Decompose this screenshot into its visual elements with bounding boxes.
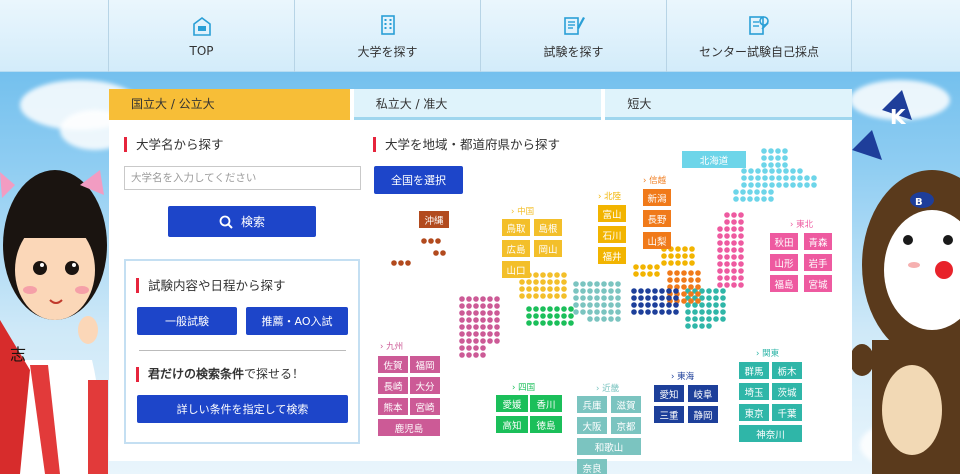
- nav-label: 試験を探す: [543, 44, 604, 59]
- pref-button[interactable]: 千葉: [772, 404, 802, 421]
- pref-button[interactable]: 広島: [502, 240, 530, 257]
- region-label-kyushu[interactable]: › 九州: [380, 340, 403, 352]
- top-nav: TOP 大学を探す 試験を探す センター試験自己採点: [0, 0, 960, 72]
- map-labels: 北海道沖縄 › 中国鳥取 島根 広島 岡山 山口 › 北陸富山石川福井 › 信越新潟長野山梨 ›…: [364, 129, 852, 474]
- pref-button[interactable]: 新潟: [643, 189, 671, 206]
- promo-text: で探せる！: [244, 367, 305, 381]
- svg-text:志: 志: [10, 345, 26, 364]
- pref-button[interactable]: 岡山: [534, 240, 562, 257]
- exam-search-title: 試験内容や日程から探す: [136, 278, 286, 293]
- region-label-hokuriku[interactable]: › 北陸: [598, 190, 621, 202]
- pref-button[interactable]: 福島: [770, 275, 798, 292]
- exam-search-box: 試験内容や日程から探す 一般試験 推薦・AO入試 君だけの検索条件で探せる！ 詳…: [124, 259, 360, 444]
- pref-button[interactable]: 石川: [598, 226, 626, 243]
- region-label-kanto[interactable]: › 関東: [756, 347, 779, 359]
- pref-button[interactable]: 群馬: [739, 362, 769, 379]
- exam-pencil-icon: [563, 16, 585, 35]
- detailed-search-button[interactable]: 詳しい条件を指定して検索: [137, 395, 348, 423]
- pref-button[interactable]: 宮城: [804, 275, 832, 292]
- pref-button[interactable]: 大阪: [577, 417, 607, 434]
- category-tabs: 国立大 / 公立大 私立大 / 准大 短大: [109, 89, 852, 120]
- pref-button[interactable]: 島根: [534, 219, 562, 236]
- general-exam-button[interactable]: 一般試験: [137, 307, 237, 335]
- pref-button[interactable]: 佐賀: [378, 356, 408, 373]
- pref-button[interactable]: 山形: [770, 254, 798, 271]
- pref-button[interactable]: 愛知: [654, 385, 684, 402]
- pref-button[interactable]: 岩手: [804, 254, 832, 271]
- name-search-button[interactable]: 検索: [168, 206, 316, 237]
- search-icon: [219, 215, 233, 229]
- nav-label: センター試験自己採点: [698, 44, 819, 59]
- self-grading-icon: [749, 15, 769, 35]
- tab-junior-college[interactable]: 短大: [605, 89, 852, 120]
- nav-find-exam[interactable]: 試験を探す: [480, 0, 666, 72]
- divider: [139, 350, 346, 351]
- pref-button[interactable]: 東京: [739, 404, 769, 421]
- nav-self-grading[interactable]: センター試験自己採点: [666, 0, 852, 72]
- mascot-girl-illustration: 志: [0, 170, 108, 474]
- pref-button[interactable]: 宮崎: [410, 398, 440, 415]
- nav-top[interactable]: TOP: [108, 0, 294, 72]
- pref-button[interactable]: 鳥取: [502, 219, 530, 236]
- university-name-input[interactable]: [124, 166, 361, 190]
- pref-button[interactable]: 栃木: [772, 362, 802, 379]
- region-label-chugoku[interactable]: › 中国: [511, 205, 534, 217]
- pref-button[interactable]: 山梨: [643, 232, 671, 249]
- svg-text:B: B: [915, 197, 923, 208]
- pref-button[interactable]: 沖縄: [419, 211, 449, 228]
- pref-button[interactable]: 京都: [611, 417, 641, 434]
- region-label-kinki[interactable]: › 近畿: [596, 382, 619, 394]
- nav-label: TOP: [189, 44, 214, 58]
- pref-button[interactable]: 埼玉: [739, 383, 769, 400]
- tab-national-public[interactable]: 国立大 / 公立大: [109, 89, 350, 120]
- region-label-shikoku[interactable]: › 四国: [512, 381, 535, 393]
- name-search-title: 大学名から探す: [124, 137, 224, 152]
- pref-button[interactable]: 山口: [502, 261, 530, 278]
- pref-button[interactable]: 秋田: [770, 233, 798, 250]
- custom-condition-promo: 君だけの検索条件で探せる！: [136, 367, 304, 382]
- pref-button[interactable]: 長野: [643, 210, 671, 227]
- pref-button[interactable]: 福井: [598, 247, 626, 264]
- pref-button[interactable]: 高知: [496, 416, 528, 433]
- pref-button[interactable]: 鹿児島: [378, 419, 440, 436]
- pref-button[interactable]: 香川: [530, 395, 562, 412]
- pref-button[interactable]: 福岡: [410, 356, 440, 373]
- pref-button[interactable]: 三重: [654, 406, 684, 423]
- region-label-shinetsu[interactable]: › 信越: [643, 174, 666, 186]
- region-label-tokai[interactable]: › 東海: [671, 370, 694, 382]
- name-search-button-label: 検索: [240, 215, 265, 229]
- pref-button[interactable]: 滋賀: [611, 396, 641, 413]
- nav-label: 大学を探す: [357, 44, 418, 59]
- pref-button[interactable]: 青森: [804, 233, 832, 250]
- promo-bold-text: 君だけの検索条件: [148, 367, 245, 381]
- pref-button[interactable]: 奈良: [577, 459, 607, 474]
- mascot-deer-illustration: K B: [852, 90, 960, 474]
- building-icon: [380, 14, 395, 35]
- pref-button[interactable]: 茨城: [772, 383, 802, 400]
- pref-button[interactable]: 愛媛: [496, 395, 528, 412]
- recommendation-ao-button[interactable]: 推薦・AO入試: [246, 307, 348, 335]
- pref-button[interactable]: 熊本: [378, 398, 408, 415]
- pref-button[interactable]: 富山: [598, 205, 626, 222]
- region-label-tohoku[interactable]: › 東北: [790, 218, 813, 230]
- pref-button[interactable]: 和歌山: [577, 438, 641, 455]
- tab-private[interactable]: 私立大 / 准大: [353, 89, 602, 120]
- pref-button[interactable]: 長崎: [378, 377, 408, 394]
- pref-button[interactable]: 徳島: [530, 416, 562, 433]
- pref-button[interactable]: 静岡: [688, 406, 718, 423]
- pref-button-hokkaido[interactable]: 北海道: [682, 151, 746, 168]
- pref-button[interactable]: 兵庫: [577, 396, 607, 413]
- pref-button[interactable]: 神奈川: [739, 425, 802, 442]
- pref-button[interactable]: 大分: [410, 377, 440, 394]
- search-panel: 国立大 / 公立大 私立大 / 准大 短大 大学名から探す 検索 試験内容や日程…: [109, 89, 852, 474]
- svg-text:K: K: [890, 105, 907, 129]
- home-icon: [192, 17, 211, 36]
- nav-find-university[interactable]: 大学を探す: [294, 0, 480, 72]
- pref-button[interactable]: 岐阜: [688, 385, 718, 402]
